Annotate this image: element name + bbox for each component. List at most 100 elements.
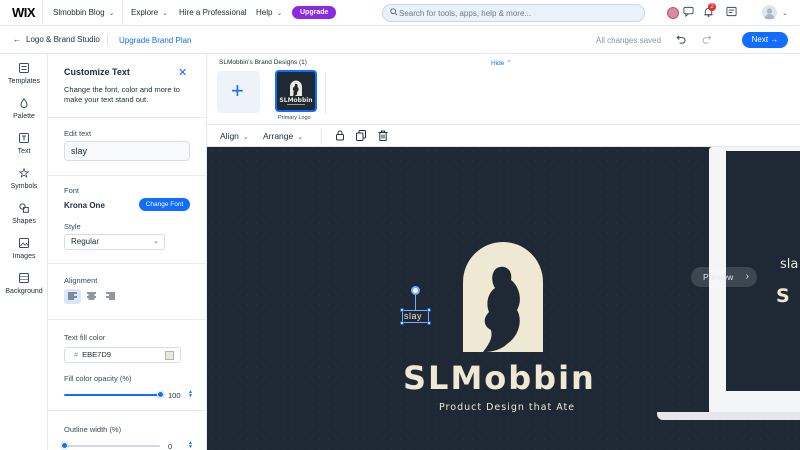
rail-label: Images	[12, 253, 36, 260]
outline-value[interactable]: 0	[168, 442, 172, 450]
search-input[interactable]: Search for tools, apps, help & more...	[382, 4, 645, 22]
style-dropdown[interactable]: Regular ⌄	[64, 234, 165, 250]
align-center-button[interactable]	[83, 289, 100, 304]
align-left-icon	[68, 292, 77, 300]
arrange-dropdown[interactable]: Arrange ⌄	[263, 131, 303, 141]
upgrade-button[interactable]: Upgrade	[292, 6, 337, 19]
alignment-label: Alignment	[64, 276, 98, 285]
fill-color-input[interactable]: # EBE7D9	[64, 347, 181, 363]
background-icon	[19, 273, 29, 283]
align-center-icon	[87, 292, 96, 300]
resize-handle-bottom-right[interactable]	[427, 321, 431, 325]
chevron-right-icon: ›	[745, 271, 749, 282]
templates-icon	[19, 63, 29, 73]
user-avatar[interactable]	[762, 5, 777, 20]
site-name: Slmobbin Blog	[53, 8, 105, 17]
chat-icon[interactable]	[683, 6, 694, 17]
palette-icon	[20, 98, 28, 108]
site-selector[interactable]: Slmobbin Blog ⌄	[53, 8, 114, 17]
save-status: All changes saved	[596, 36, 661, 45]
rail-item-palette[interactable]: Palette	[0, 98, 48, 120]
chevron-down-icon: ⌄	[242, 134, 249, 141]
brand-name-text[interactable]: SLMobbin	[403, 359, 596, 397]
outline-slider-thumb[interactable]	[60, 442, 68, 449]
svg-text:SLMobbin: SLMobbin	[279, 97, 312, 104]
logo-symbol[interactable]	[461, 242, 545, 354]
color-swatch[interactable]	[165, 351, 174, 360]
chevron-down-icon: ⌄	[162, 10, 168, 17]
opacity-value[interactable]: 100	[168, 391, 181, 400]
rail-item-symbols[interactable]: Symbols	[0, 168, 48, 190]
hash-label: #	[74, 350, 79, 359]
explore-menu[interactable]: Explore ⌄	[131, 8, 168, 17]
back-label: Logo & Brand Studio	[26, 35, 100, 44]
fill-color-label: Text fill color	[64, 333, 106, 342]
align-left-button[interactable]	[64, 289, 81, 304]
divider	[122, 0, 123, 26]
undo-icon[interactable]	[675, 34, 686, 45]
help-menu[interactable]: Help ⌄	[256, 8, 282, 17]
resize-handle-bottom-left[interactable]	[400, 321, 404, 325]
preview-button[interactable]: Preview ›	[691, 267, 757, 287]
edit-text-label: Edit text	[64, 129, 92, 138]
user-icon	[764, 8, 775, 19]
rail-label: Templates	[8, 78, 40, 85]
rail-item-shapes[interactable]: Shapes	[0, 203, 48, 225]
opacity-label: Fill color opacity (%)	[64, 374, 132, 383]
rotate-handle[interactable]	[411, 286, 420, 295]
font-label: Font	[64, 186, 80, 195]
rail-label: Shapes	[12, 218, 36, 225]
chevron-down-icon: ⌄	[108, 10, 115, 17]
next-button[interactable]: Next →	[742, 32, 788, 48]
logo-thumbnail-art: SLMobbin	[279, 80, 313, 105]
wix-logo[interactable]: WIX	[12, 5, 36, 20]
mockup-text: S	[776, 285, 790, 307]
opacity-stepper[interactable]: ▲ ▼	[188, 390, 193, 399]
align-dropdown[interactable]: Align ⌄	[220, 131, 249, 141]
tagline-text[interactable]: Product Design that Ate	[439, 402, 575, 413]
laptop-base	[657, 412, 800, 420]
opacity-slider-track[interactable]	[64, 394, 160, 396]
outline-stepper[interactable]: ▲ ▼	[188, 441, 193, 450]
rail-item-templates[interactable]: Templates	[0, 63, 48, 85]
divider	[42, 0, 43, 26]
divider	[107, 34, 108, 46]
align-label: Align	[220, 131, 239, 141]
news-icon[interactable]	[726, 6, 737, 17]
divider	[325, 72, 326, 114]
rail-item-background[interactable]: Background	[0, 273, 48, 295]
back-to-studio-link[interactable]: ← Logo & Brand Studio	[13, 35, 100, 44]
lock-icon[interactable]	[335, 130, 345, 141]
plus-icon: +	[231, 78, 244, 103]
search-icon	[390, 8, 398, 16]
align-right-button[interactable]	[102, 289, 119, 304]
divider	[48, 175, 207, 176]
primary-logo-thumbnail[interactable]: SLMobbin	[275, 70, 317, 112]
upgrade-brand-plan-link[interactable]: Upgrade Brand Plan	[119, 36, 192, 45]
rail-item-images[interactable]: Images	[0, 238, 48, 260]
add-design-button[interactable]: +	[217, 71, 260, 113]
opacity-slider-thumb[interactable]	[156, 391, 164, 398]
selected-text-element[interactable]: slay	[404, 311, 422, 321]
resize-handle-top-left[interactable]	[400, 308, 404, 312]
hire-professional-link[interactable]: Hire a Professional	[179, 8, 247, 17]
chevron-down-icon[interactable]: ⌄	[782, 9, 788, 17]
outline-slider-track[interactable]	[64, 445, 160, 447]
panel-title: Customize Text	[64, 67, 130, 77]
preview-label: Preview	[703, 272, 734, 282]
edit-text-input[interactable]: slay	[64, 141, 190, 161]
studio-bar: ← Logo & Brand Studio Upgrade Brand Plan …	[0, 26, 800, 54]
style-value: Regular	[71, 237, 100, 246]
chevron-down-icon: ⌄	[276, 10, 283, 17]
hide-toggle[interactable]: Hide ⌃	[491, 59, 512, 67]
close-icon[interactable]: ✕	[178, 66, 187, 79]
redo-icon[interactable]	[702, 34, 713, 45]
chevron-down-icon: ⌄	[153, 238, 159, 245]
logo-canvas[interactable]: SLMobbin Product Design that Ate slay sl…	[207, 147, 800, 450]
change-font-button[interactable]: Change Font	[139, 198, 190, 211]
resize-handle-top-right[interactable]	[427, 308, 431, 312]
delete-icon[interactable]	[378, 130, 388, 141]
rail-item-text[interactable]: Text	[0, 133, 48, 155]
site-avatar[interactable]	[667, 7, 679, 19]
duplicate-icon[interactable]	[356, 130, 366, 141]
